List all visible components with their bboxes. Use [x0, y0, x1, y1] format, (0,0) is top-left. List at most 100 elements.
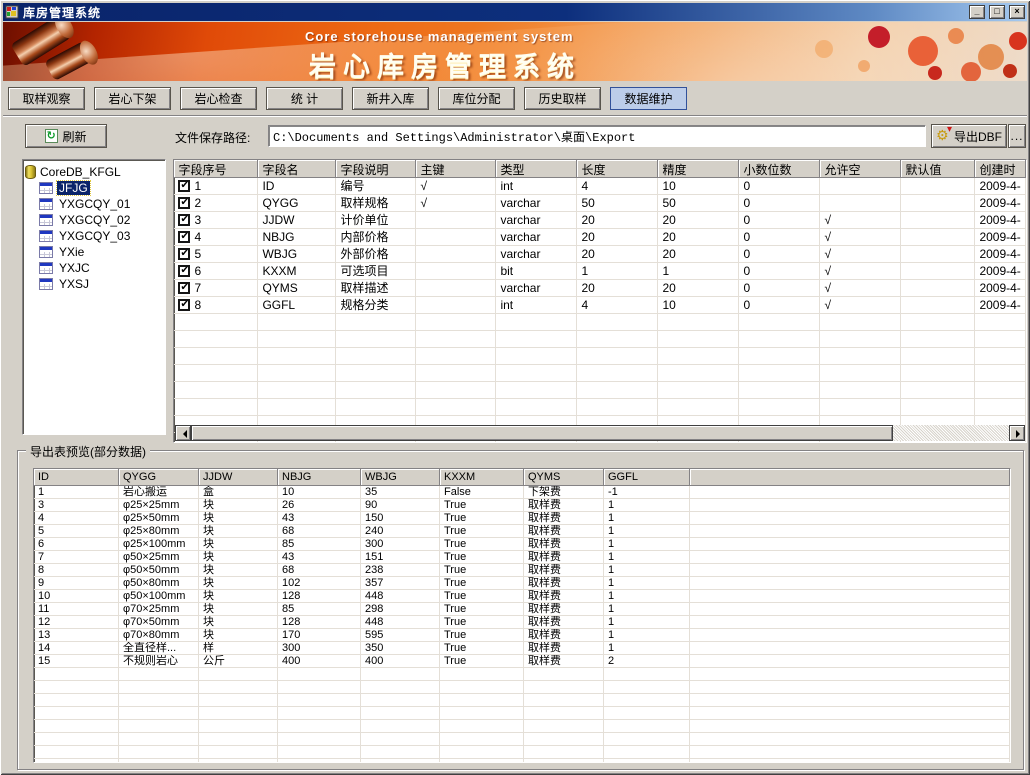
- field-table-empty-row: [174, 399, 1026, 416]
- preview-cell: 1: [604, 551, 690, 564]
- preview-table-row[interactable]: 5φ25×80mm块68240True取样费1: [34, 525, 1010, 538]
- field-cell: √: [416, 195, 496, 212]
- preview-cell: True: [440, 538, 524, 551]
- field-cell: [901, 297, 975, 314]
- preview-cell: 448: [361, 590, 440, 603]
- tree-item-YXie[interactable]: YXie: [25, 244, 163, 260]
- preview-cell-empty: [440, 694, 524, 707]
- preview-cell: φ25×100mm: [119, 538, 199, 551]
- refresh-button[interactable]: 刷新: [25, 124, 107, 148]
- table-icon: [39, 278, 53, 290]
- tree-root[interactable]: CoreDB_KFGL: [25, 163, 163, 180]
- toolbar-button-6[interactable]: 库位分配: [438, 87, 515, 110]
- preview-table-row[interactable]: 10φ50×100mm块128448True取样费1: [34, 590, 1010, 603]
- preview-cell: 公斤: [199, 655, 278, 668]
- toolbar-button-7[interactable]: 历史取样: [524, 87, 601, 110]
- maximize-button[interactable]: □: [989, 5, 1005, 19]
- close-button[interactable]: ×: [1009, 5, 1025, 19]
- field-table-row[interactable]: ✔4NBJG内部价格varchar20200√2009-4-: [174, 229, 1026, 246]
- preview-table-row[interactable]: 13φ70×80mm块170595True取样费1: [34, 629, 1010, 642]
- toolbar-button-3[interactable]: 岩心检查: [180, 87, 257, 110]
- field-cell-empty: [174, 365, 258, 382]
- preview-group-label: 导出表预览(部分数据): [26, 443, 150, 460]
- field-cell: 0: [739, 229, 820, 246]
- field-cell-empty: [658, 382, 739, 399]
- preview-cell: 7: [34, 551, 119, 564]
- preview-table-row[interactable]: 7φ50×25mm块43151True取样费1: [34, 551, 1010, 564]
- field-seq-value: 4: [194, 230, 201, 244]
- tree-item-YXJC[interactable]: YXJC: [25, 260, 163, 276]
- field-cell-seq: ✔5: [174, 246, 258, 263]
- field-table-row[interactable]: ✔8GGFL规格分类int4100√2009-4-: [174, 297, 1026, 314]
- preview-cell: 1: [604, 642, 690, 655]
- toolbar-button-5[interactable]: 新井入库: [352, 87, 429, 110]
- browse-button[interactable]: ...: [1008, 124, 1026, 148]
- field-table-row[interactable]: ✔6KXXM可选项目bit110√2009-4-: [174, 263, 1026, 280]
- preview-cell-empty: [34, 668, 119, 681]
- preview-cell-empty: [604, 668, 690, 681]
- preview-table-row[interactable]: 14全直径样...样300350True取样费1: [34, 642, 1010, 655]
- export-path-input[interactable]: [268, 125, 926, 147]
- scrollbar-thumb[interactable]: [191, 425, 893, 441]
- preview-table-row[interactable]: 3φ25×25mm块2690True取样费1: [34, 499, 1010, 512]
- field-table-body: ✔1ID编号√int41002009-4-✔2QYGG取样规格√varchar5…: [174, 178, 1026, 443]
- preview-table-row[interactable]: 1岩心搬运盒1035False下架费-1: [34, 486, 1010, 499]
- preview-column-header: GGFL: [604, 469, 690, 486]
- field-checkbox[interactable]: ✔: [178, 214, 190, 226]
- tree-item-YXGCQY_01[interactable]: YXGCQY_01: [25, 196, 163, 212]
- field-checkbox[interactable]: ✔: [178, 282, 190, 294]
- field-cell-empty: [739, 399, 820, 416]
- field-checkbox[interactable]: ✔: [178, 299, 190, 311]
- preview-table-row[interactable]: 15不规则岩心公斤400400True取样费2: [34, 655, 1010, 668]
- field-table-row[interactable]: ✔3JJDW计价单位varchar20200√2009-4-: [174, 212, 1026, 229]
- field-table-row[interactable]: ✔7QYMS取样描述varchar20200√2009-4-: [174, 280, 1026, 297]
- field-cell: 0: [739, 297, 820, 314]
- preview-table-empty-row: [34, 759, 1010, 763]
- field-checkbox[interactable]: ✔: [178, 197, 190, 209]
- export-dbf-button[interactable]: 导出DBF: [931, 124, 1007, 148]
- preview-table-row[interactable]: 11φ70×25mm块85298True取样费1: [34, 603, 1010, 616]
- preview-table-row[interactable]: 12φ70×50mm块128448True取样费1: [34, 616, 1010, 629]
- toolbar-button-2[interactable]: 岩心下架: [94, 87, 171, 110]
- toolbar-button-8[interactable]: 数据维护: [610, 87, 687, 110]
- field-column-header: 允许空: [820, 160, 901, 178]
- field-cell-empty: [658, 348, 739, 365]
- minimize-button[interactable]: _: [969, 5, 985, 19]
- field-cell-empty: [901, 331, 975, 348]
- field-cell-empty: [416, 348, 496, 365]
- field-column-header: 字段说明: [336, 160, 416, 178]
- preview-cell: False: [440, 486, 524, 499]
- preview-table-row[interactable]: 8φ50×50mm块68238True取样费1: [34, 564, 1010, 577]
- tree-item-YXGCQY_03[interactable]: YXGCQY_03: [25, 228, 163, 244]
- field-seq-value: 1: [194, 179, 201, 193]
- tree-item-YXSJ[interactable]: YXSJ: [25, 276, 163, 292]
- toolbar-button-1[interactable]: 取样观察: [8, 87, 85, 110]
- preview-table-row[interactable]: 9φ50×80mm块102357True取样费1: [34, 577, 1010, 590]
- field-cell-empty: [820, 399, 901, 416]
- field-checkbox[interactable]: ✔: [178, 265, 190, 277]
- field-checkbox[interactable]: ✔: [178, 231, 190, 243]
- field-checkbox[interactable]: ✔: [178, 248, 190, 260]
- preview-cell: True: [440, 499, 524, 512]
- preview-cell-empty: [199, 668, 278, 681]
- field-table-row[interactable]: ✔2QYGG取样规格√varchar505002009-4-: [174, 195, 1026, 212]
- tree-item-YXGCQY_02[interactable]: YXGCQY_02: [25, 212, 163, 228]
- preview-table-row[interactable]: 6φ25×100mm块85300True取样费1: [34, 538, 1010, 551]
- scroll-left-button[interactable]: [175, 425, 191, 441]
- field-cell-empty: [416, 314, 496, 331]
- tree-item-JFJG[interactable]: JFJG: [25, 180, 163, 196]
- preview-cell: 128: [278, 590, 361, 603]
- field-table-row[interactable]: ✔1ID编号√int41002009-4-: [174, 178, 1026, 195]
- table-icon: [39, 230, 53, 242]
- preview-cell: φ50×25mm: [119, 551, 199, 564]
- toolbar-button-4[interactable]: 统 计: [266, 87, 343, 110]
- scrollbar-track[interactable]: [893, 425, 1009, 441]
- preview-table-row[interactable]: 4φ25×50mm块43150True取样费1: [34, 512, 1010, 525]
- preview-cell-empty: [690, 707, 1010, 720]
- scroll-right-button[interactable]: [1009, 425, 1025, 441]
- field-checkbox[interactable]: ✔: [178, 180, 190, 192]
- field-table-row[interactable]: ✔5WBJG外部价格varchar20200√2009-4-: [174, 246, 1026, 263]
- field-cell-empty: [577, 382, 658, 399]
- preview-table-empty-row: [34, 681, 1010, 694]
- preview-cell: 盒: [199, 486, 278, 499]
